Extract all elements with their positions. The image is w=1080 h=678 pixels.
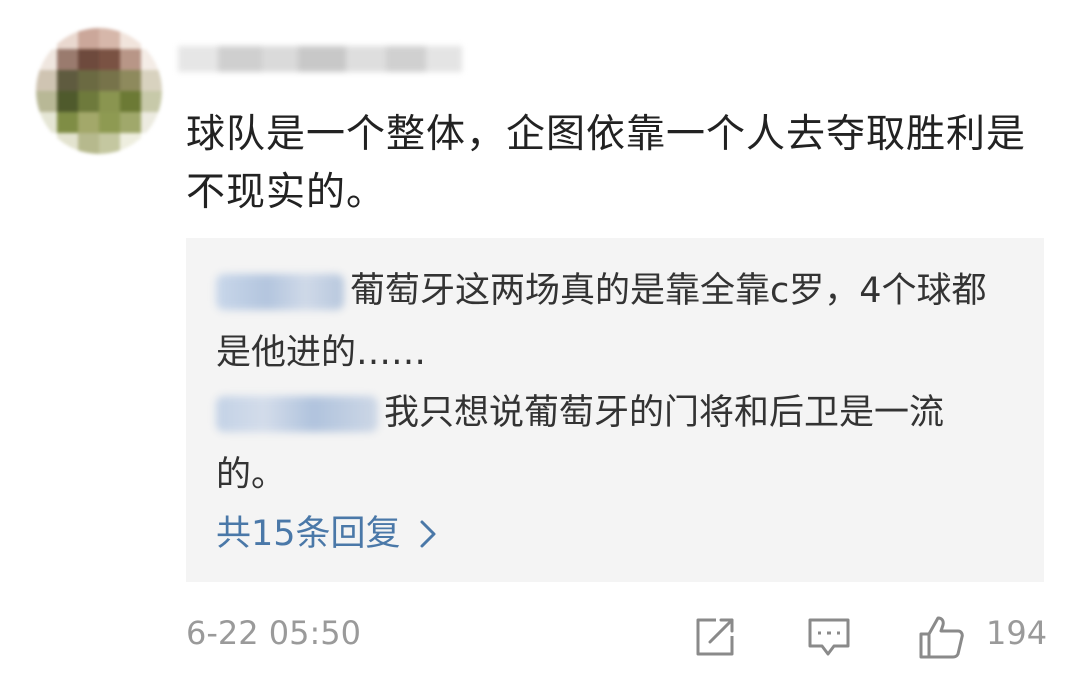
reply-author-blurred[interactable] (216, 396, 378, 432)
reply-item[interactable]: 葡萄牙这两场真的是靠全靠c罗，4个球都是他进的…… (216, 260, 1006, 384)
more-replies-link[interactable]: 共15条回复 (216, 506, 437, 562)
reply-item[interactable]: 我只想说葡萄牙的门将和后卫是一流的。 (216, 382, 1006, 506)
comment-icon[interactable] (806, 614, 852, 660)
chevron-right-icon (420, 520, 436, 548)
replies-panel[interactable]: 葡萄牙这两场真的是靠全靠c罗，4个球都是他进的…… 我只想说葡萄牙的门将和后卫是… (186, 238, 1044, 582)
reply-author-blurred[interactable] (216, 274, 344, 310)
more-replies-label: 共15条回复 (216, 514, 401, 554)
thumbs-up-icon[interactable] (918, 614, 964, 660)
comment-text: 球队是一个整体，企图依靠一个人去夺取胜利是不现实的。 (186, 112, 1027, 215)
comment-footer: 6-22 05:50 194 (186, 606, 1048, 666)
like-count: 194 (986, 614, 1048, 652)
username-blurred[interactable] (178, 34, 462, 84)
timestamp: 6-22 05:50 (186, 614, 362, 652)
comment-card: 球队是一个整体，企图依靠一个人去夺取胜利是不现实的。 葡萄牙这两场真的是靠全靠c… (0, 0, 1080, 678)
avatar[interactable] (36, 28, 162, 154)
share-icon[interactable] (692, 614, 738, 660)
